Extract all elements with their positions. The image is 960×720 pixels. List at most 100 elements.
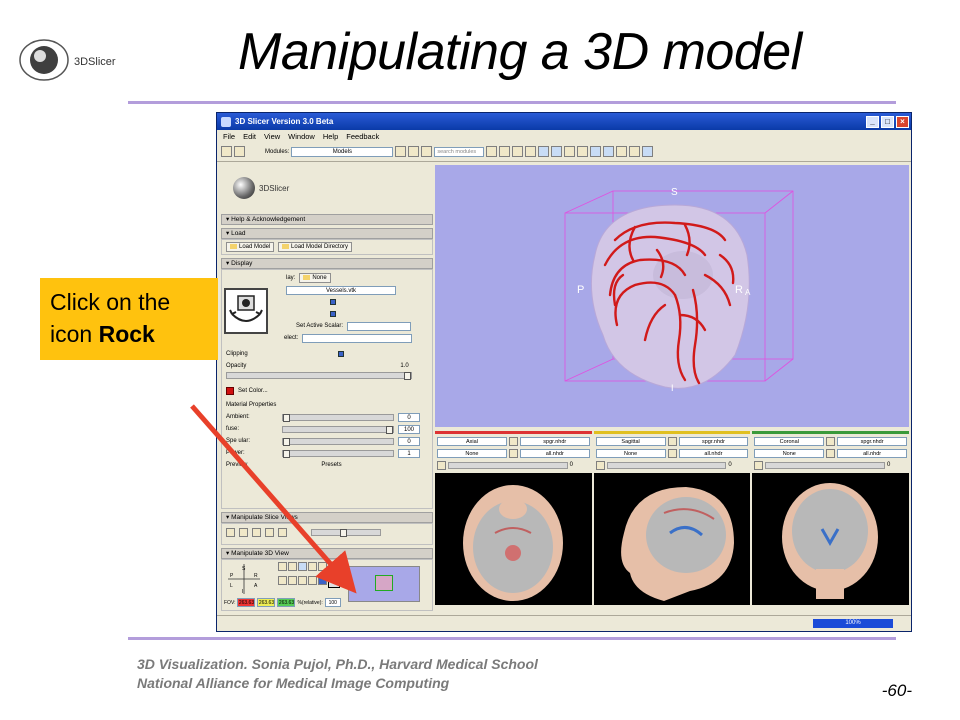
slice-label-volume[interactable]: all.nhdr [678, 448, 749, 458]
link-icon[interactable] [667, 436, 677, 446]
yaw-icon[interactable] [308, 576, 317, 586]
maximize-button[interactable]: □ [881, 115, 894, 128]
camera-icon[interactable] [288, 576, 297, 586]
slice-labels-icon[interactable] [265, 527, 274, 537]
power-value[interactable]: 1 [398, 448, 420, 458]
menu-window[interactable]: Window [288, 132, 315, 141]
load-scene-icon[interactable] [221, 146, 232, 157]
axial-slice-view[interactable] [435, 473, 592, 605]
section-load[interactable]: ▾ Load [221, 228, 433, 239]
fov-red-value[interactable]: 263.63 [237, 598, 256, 608]
search-icon[interactable] [486, 146, 498, 157]
menu-view[interactable]: View [264, 132, 280, 141]
fov-yellow-value[interactable]: 263.63 [257, 598, 276, 608]
clipping-checkbox[interactable] [337, 351, 344, 358]
slice-orientation-axial[interactable]: Axial [437, 436, 507, 446]
layout-icon[interactable] [577, 146, 589, 157]
coronal-slice-view[interactable] [752, 473, 910, 605]
slice-fg-icon[interactable] [239, 527, 248, 537]
models-icon[interactable] [525, 146, 537, 157]
module-refresh-icon[interactable] [421, 146, 433, 157]
close-button[interactable]: × [896, 115, 909, 128]
volumes-icon[interactable] [512, 146, 524, 157]
diffuse-slider[interactable] [282, 425, 394, 434]
sagittal-slice-view[interactable] [593, 473, 751, 605]
fit-view-icon[interactable] [308, 562, 317, 572]
slice-fg-volume[interactable]: None [754, 448, 825, 458]
modules-dropdown[interactable]: Models [291, 146, 394, 157]
section-manipulate-3d-view[interactable]: ▾ Manipulate 3D View [221, 548, 433, 560]
3d-view[interactable]: S P R A I [435, 165, 909, 427]
section-manipulate-slice-views[interactable]: ▾ Manipulate Slice Views [221, 512, 433, 524]
section-display[interactable]: ▾ Display [221, 258, 433, 270]
visibility-checkbox[interactable] [330, 299, 336, 306]
slice-fade-slider[interactable] [311, 528, 381, 537]
load-model-button[interactable]: Load Model [226, 242, 275, 253]
load-model-directory-button[interactable]: Load Model Directory [278, 242, 353, 253]
slice-lock-icon[interactable] [278, 527, 287, 537]
fov-green-value[interactable]: 263.63 [277, 598, 296, 608]
slice-bg-volume[interactable]: spgr.nhdr [678, 436, 749, 446]
section-help[interactable]: ▾ Help & Acknowledgement [221, 214, 433, 225]
slice-fg-volume[interactable]: None [437, 448, 507, 458]
colors-icon[interactable] [564, 146, 576, 157]
diffuse-value[interactable]: 100 [398, 424, 420, 434]
screenshot-icon[interactable] [336, 562, 345, 572]
center-icon[interactable] [318, 576, 327, 586]
slice-visibility-icon[interactable] [595, 460, 605, 470]
slice-orientation-coronal[interactable]: Coronal [754, 436, 825, 446]
menu-edit[interactable]: Edit [243, 132, 256, 141]
specular-slider[interactable] [282, 437, 394, 446]
slice-offset-slider[interactable] [448, 461, 568, 469]
ambient-slider[interactable] [282, 413, 394, 422]
slice-visibility-icon[interactable] [754, 460, 764, 470]
pitch-icon[interactable] [298, 576, 307, 586]
mouse-mode-icon[interactable] [629, 146, 641, 157]
link-icon[interactable] [508, 436, 518, 446]
undo-icon[interactable] [590, 146, 602, 157]
label-icon[interactable] [667, 448, 677, 458]
slice-bg-volume[interactable]: spgr.nhdr [519, 436, 590, 446]
slice-label-volume[interactable]: all.nhdr [519, 448, 590, 458]
rotate-compass-icon[interactable]: S P R I L A [226, 562, 262, 596]
minimize-button[interactable]: _ [866, 115, 879, 128]
menu-help[interactable]: Help [323, 132, 338, 141]
spin-icon[interactable] [278, 576, 287, 586]
active-scalar-dropdown[interactable] [347, 321, 412, 331]
slice-label-volume[interactable]: all.nhdr [837, 448, 908, 458]
redo-icon[interactable] [603, 146, 615, 157]
slice-layout-icon[interactable] [226, 527, 235, 537]
module-search-input[interactable]: search modules [434, 146, 485, 157]
set-color-button[interactable]: Set Color... [238, 388, 268, 394]
zoom-in-icon[interactable] [278, 562, 287, 572]
stereo-icon[interactable] [318, 562, 327, 572]
view-icon[interactable] [616, 146, 628, 157]
3d-navigation-thumbnail[interactable] [348, 566, 420, 603]
slice-orientation-sagittal[interactable]: Sagittal [595, 436, 666, 446]
rock-icon[interactable] [328, 576, 340, 589]
slice-bg-icon[interactable] [252, 527, 261, 537]
slice-bg-volume[interactable]: spgr.nhdr [837, 436, 908, 446]
slice-offset-slider[interactable] [606, 461, 727, 469]
color-swatch[interactable] [226, 387, 234, 396]
fiducials-icon[interactable] [538, 146, 550, 157]
overlay-button[interactable]: None [299, 273, 331, 284]
menu-file[interactable]: File [223, 132, 235, 141]
ambient-value[interactable]: 0 [398, 412, 420, 422]
select-field[interactable] [302, 333, 413, 343]
label-icon[interactable] [508, 448, 518, 458]
data-icon[interactable] [499, 146, 511, 157]
scalar-visibility-checkbox[interactable] [330, 311, 336, 318]
view-axis-icon[interactable] [298, 562, 307, 572]
editor-icon[interactable] [551, 146, 563, 157]
module-forward-icon[interactable] [408, 146, 420, 157]
opacity-slider[interactable] [226, 372, 412, 381]
model-selector[interactable]: Vessels.vtk [286, 285, 396, 295]
place-icon[interactable] [642, 146, 654, 157]
menu-feedback[interactable]: Feedback [346, 132, 379, 141]
save-scene-icon[interactable] [234, 146, 245, 157]
link-icon[interactable] [826, 436, 836, 446]
slice-fg-volume[interactable]: None [595, 448, 666, 458]
specular-value[interactable]: 0 [398, 436, 420, 446]
module-back-icon[interactable] [395, 146, 407, 157]
